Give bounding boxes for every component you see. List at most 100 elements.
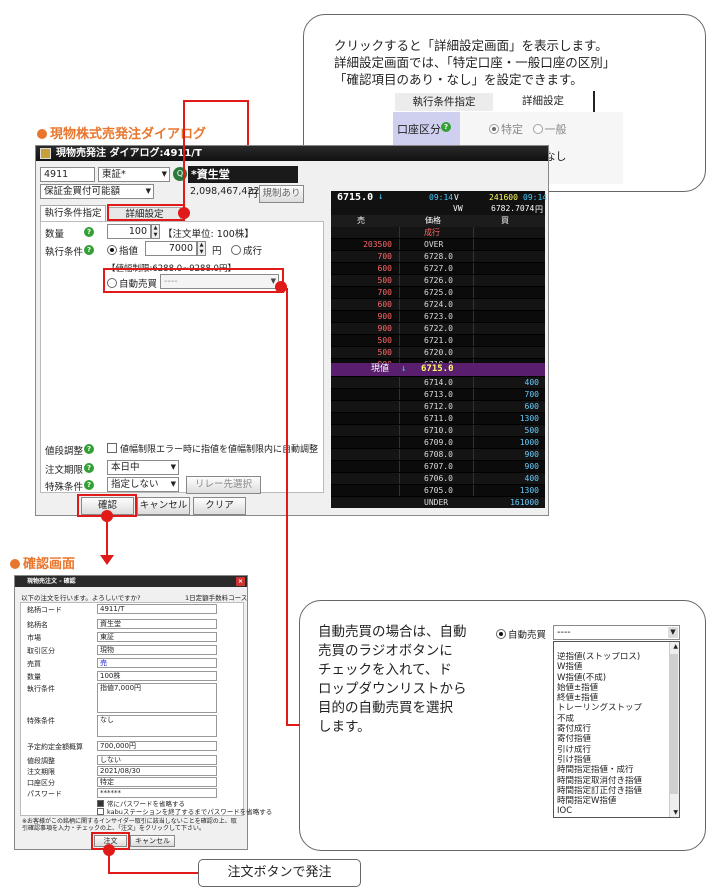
checkbox-icon[interactable] [107,443,117,453]
board-row-ask: 700 6725.0 [331,287,545,298]
arrow-down-icon: ↓ [378,192,384,202]
radio-icon[interactable] [107,245,117,255]
market-select[interactable]: 東証* ▼ [98,167,170,182]
bid-qty: 1300 [519,414,539,423]
auto-trade-option[interactable]: 始値±指値 [554,683,668,693]
unit-note: 【注文単位: 100株】 [163,229,254,240]
stock-code-input[interactable]: 4911 [40,167,95,182]
rules-button[interactable]: 規制あり [259,185,304,203]
confirm-row-value: 100株 [97,671,217,681]
help-icon[interactable]: ? [84,463,94,473]
connector-line [286,724,299,726]
radio-icon[interactable] [496,629,506,639]
close-icon[interactable]: × [236,577,245,586]
confirm-row-value: 資生堂 [97,619,217,629]
divider [473,449,474,460]
account-type-select[interactable]: 保証金買付可能額 ▼ [40,184,154,199]
option-ippan: 一般 [544,123,567,136]
checkbox-icon[interactable] [97,808,104,815]
auto-trade-option[interactable]: 引け成行 [554,745,668,755]
bid-qty: 500 [524,426,539,435]
confirm-course: 1日定額手数料コース [185,594,248,602]
col-buy: 買 [501,216,509,225]
help-icon[interactable]: ? [84,245,94,255]
board-vw-label: VW [453,204,463,213]
ask-price: OVER [424,240,444,249]
cancel-button[interactable]: キャンセル [137,497,190,515]
auto-trade-option[interactable]: 逆指値(ストップロス) [554,652,668,662]
help-icon[interactable]: ? [84,227,94,237]
auto-trade-option[interactable]: IOC [554,806,668,816]
auto-trade-option[interactable]: 時間指定指値・成行 [554,765,668,775]
auto-trade-option[interactable]: 時間指定W指値 [554,796,668,806]
auto-trade-option[interactable]: トレーリングストップ [554,703,668,713]
price-stepper[interactable]: ▲ ▼ [197,241,206,256]
bid-price: 6710.0 [424,426,453,435]
callout-tab-detail[interactable]: 詳細設定 [493,91,595,112]
skip-password-session-checkbox[interactable]: kabuステーションを終了するまでパスワードを省略する [97,806,272,816]
board-current-row: 現値 ↓ 6715.0 [331,363,545,376]
board-time-2: 09:14 [523,193,548,202]
divider [473,347,474,358]
confirm-cancel-button[interactable]: キャンセル [130,835,175,847]
clear-button[interactable]: クリア [193,497,246,515]
bid-qty: 400 [524,474,539,483]
bid-price: 6713.0 [424,390,453,399]
auto-trade-option[interactable]: 寄付指値 [554,734,668,744]
auto-callout-line: 自動売買の場合は、自動 [318,624,467,640]
market-order-radio[interactable]: 成行 [231,243,262,257]
chevron-up-icon[interactable]: ▲ [673,643,678,650]
ask-qty: 900 [377,312,392,321]
help-icon[interactable]: ? [84,480,94,490]
auto-trade-option[interactable]: 引け指値 [554,755,668,765]
auto-trade-dropdown[interactable]: ---- ▼ [553,625,680,640]
ask-qty: 900 [377,324,392,333]
password-field[interactable]: ****** [97,788,217,798]
auto-trade-option[interactable]: 寄付成行 [554,724,668,734]
period-select[interactable]: 本日中 ▼ [107,460,179,475]
bullet-icon [37,129,47,139]
ask-qty: 203500 [363,240,392,249]
special-select[interactable]: 指定しない ▼ [107,477,179,492]
help-icon[interactable]: ? [441,122,451,132]
confirm-row-label: 取引区分 [27,647,55,655]
relay-select-button[interactable]: リレー先選択 [186,476,261,494]
board-volume: 241600 [489,193,518,202]
auto-trade-option[interactable]: W指値(不成) [554,673,668,683]
help-icon[interactable]: ? [84,444,94,454]
auto-trade-radio-sample[interactable]: 自動売買 [496,627,546,641]
qty-input[interactable]: 100 [107,224,151,239]
ask-price: 6720.0 [424,348,453,357]
radio-tokutei-icon[interactable] [489,124,499,134]
confirm-row-value: しない [97,755,217,765]
ask-qty: 500 [377,336,392,345]
board-row-ask: 成行 [331,227,545,238]
ask-price: 6723.0 [424,312,453,321]
divider [473,377,474,388]
board-row-ask: 900 6722.0 [331,323,545,334]
auto-trade-option[interactable]: 時間指定取消付き指値 [554,776,668,786]
divider [473,263,474,274]
auto-trade-option[interactable]: 不成 [554,714,668,724]
auto-trade-option[interactable]: 終値±指値 [554,693,668,703]
confirm-row-value: 東証 [97,632,217,642]
auto-trade-option[interactable]: W指値 [554,662,668,672]
callout-tab-exec[interactable]: 執行条件指定 [395,93,493,111]
radio-ippan-icon[interactable] [532,124,543,134]
ask-qty: 500 [377,276,392,285]
divider [399,413,400,424]
tab-exec-conditions[interactable]: 執行条件指定 [40,205,106,221]
radio-icon[interactable] [231,245,241,255]
chevron-down-icon[interactable]: ▼ [673,809,678,816]
qty-stepper[interactable]: ▲ ▼ [151,224,160,239]
scroll-thumb[interactable] [670,654,678,794]
bid-price: 6706.0 [424,474,453,483]
auto-trade-option[interactable]: 時間指定訂正付き指値 [554,786,668,796]
divider [473,461,474,472]
price-adjust-label: 値段調整 [45,446,84,457]
limit-radio[interactable]: 指値 [107,243,138,257]
divider [473,287,474,298]
board-row-ask: 600 6727.0 [331,263,545,274]
limit-price-input[interactable]: 7000 [145,241,197,256]
chevron-down-icon: ▼ [161,170,167,178]
